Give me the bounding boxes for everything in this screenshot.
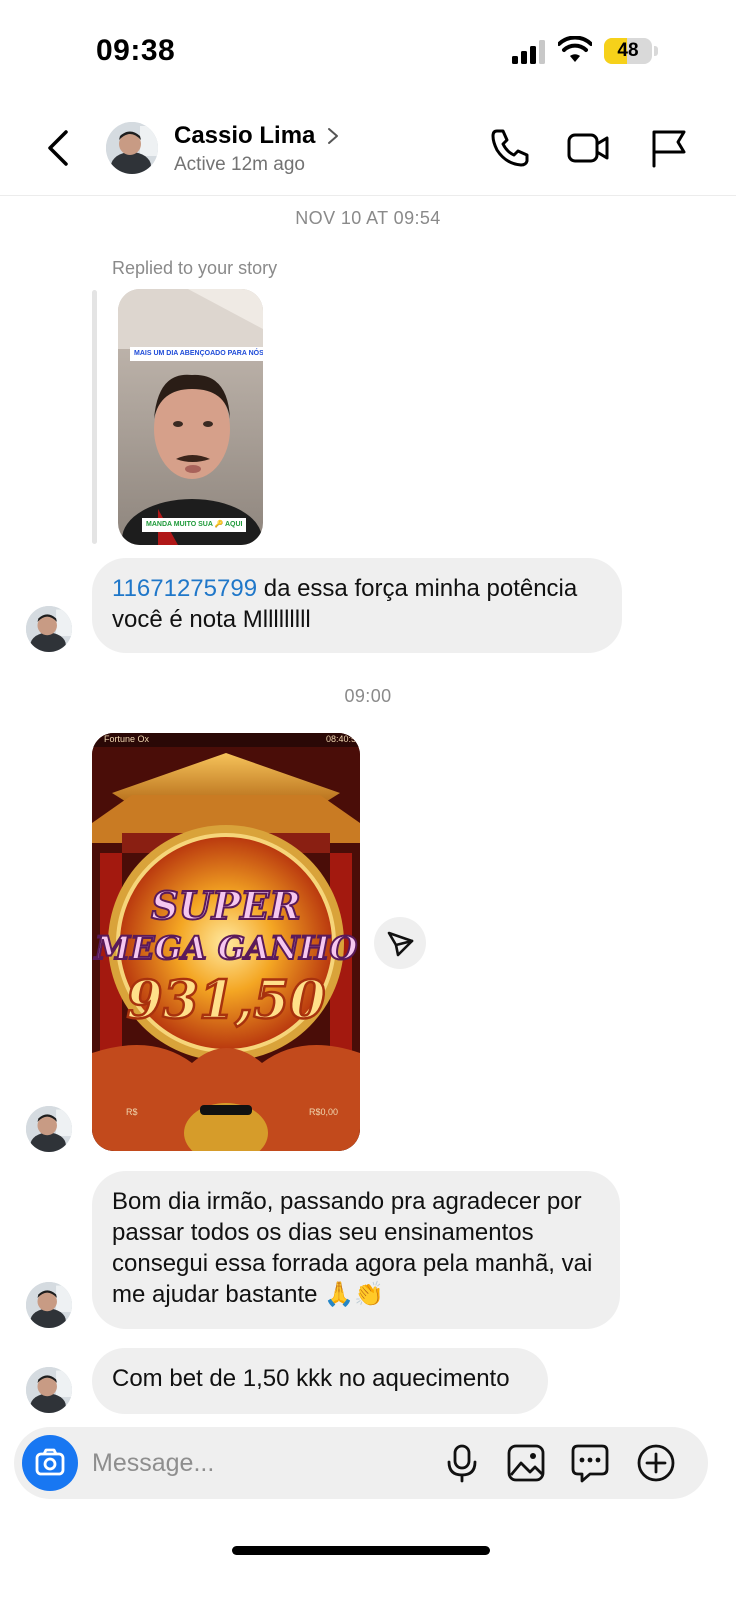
wifi-icon (558, 36, 592, 62)
message-composer (14, 1427, 708, 1499)
story-caption-bottom: MANDA MUITO SUA 🔑 AQUI (142, 518, 247, 532)
game-clock: 08:40:5 (325, 734, 356, 744)
flag-icon[interactable] (646, 126, 690, 170)
send-icon (387, 931, 414, 957)
game-balance-label: R$ (126, 1107, 138, 1117)
avatar-photo (26, 1282, 72, 1328)
sender-avatar[interactable] (26, 1282, 72, 1328)
reply-quote-bar (92, 290, 97, 544)
message-text: Com bet de 1,50 kkk no aquecimento (112, 1365, 510, 1392)
avatar-photo (26, 1106, 72, 1152)
video-camera-icon[interactable] (566, 126, 610, 170)
message-bubble[interactable]: Bom dia irmão, passando pra agradecer po… (92, 1171, 620, 1329)
story-reply-label: Replied to your story (112, 258, 278, 278)
timestamp: 09:00 (344, 686, 392, 706)
battery-icon: 48 (604, 38, 658, 64)
avatar-photo (106, 122, 158, 174)
microphone-icon[interactable] (440, 1441, 484, 1485)
shared-image[interactable]: SUPER MEGA GANHO 931,50 Fortune Ox 08:40… (92, 733, 360, 1151)
story-caption-top: MAIS UM DIA ABENÇOADO PARA NÓS 🔥 (130, 347, 263, 361)
story-thumbnail[interactable]: MAIS UM DIA ABENÇOADO PARA NÓS 🔥 MANDA M… (118, 289, 263, 545)
chat-header: Cassio Lima Active 12m ago (0, 100, 736, 196)
game-label: Fortune Ox (104, 734, 150, 744)
win-amount: 931,50 (126, 970, 325, 1031)
active-status: Active 12m ago (174, 154, 305, 175)
game-screenshot: SUPER MEGA GANHO 931,50 (92, 733, 360, 1151)
message-text: Bom dia irmão, passando pra agradecer po… (112, 1188, 593, 1308)
back-icon[interactable] (40, 126, 76, 170)
home-indicator[interactable] (232, 1546, 490, 1555)
message-bubble[interactable]: Com bet de 1,50 kkk no aquecimento (92, 1348, 548, 1414)
cellular-signal-icon (512, 40, 545, 64)
plus-icon[interactable] (634, 1441, 678, 1485)
share-button[interactable] (374, 917, 426, 969)
timestamp: NOV 10 AT 09:54 (295, 208, 441, 228)
phone-number-link[interactable]: 11671275799 (112, 575, 257, 602)
sticker-icon[interactable] (568, 1441, 612, 1485)
sender-avatar[interactable] (26, 1367, 72, 1413)
message-bubble[interactable]: 11671275799 da essa força minha potência… (92, 558, 622, 653)
phone-icon[interactable] (488, 126, 532, 170)
avatar-photo (26, 606, 72, 652)
sender-avatar[interactable] (26, 1106, 72, 1152)
message-input[interactable] (92, 1441, 422, 1485)
sender-avatar[interactable] (26, 606, 72, 652)
status-time: 09:38 (96, 34, 176, 67)
contact-avatar[interactable] (106, 122, 158, 174)
chevron-right-icon[interactable] (326, 126, 340, 146)
game-title-line1: SUPER (151, 883, 301, 928)
camera-button[interactable] (22, 1435, 78, 1491)
gallery-icon[interactable] (504, 1441, 548, 1485)
contact-name[interactable]: Cassio Lima (174, 122, 315, 150)
game-title-line2: MEGA GANHO (94, 929, 358, 967)
game-bet-label: R$0,00 (308, 1107, 338, 1117)
battery-level: 48 (617, 40, 639, 61)
avatar-photo (26, 1367, 72, 1413)
story-photo (118, 289, 263, 545)
status-bar: 09:38 48 (0, 0, 736, 100)
camera-icon (35, 1448, 65, 1476)
